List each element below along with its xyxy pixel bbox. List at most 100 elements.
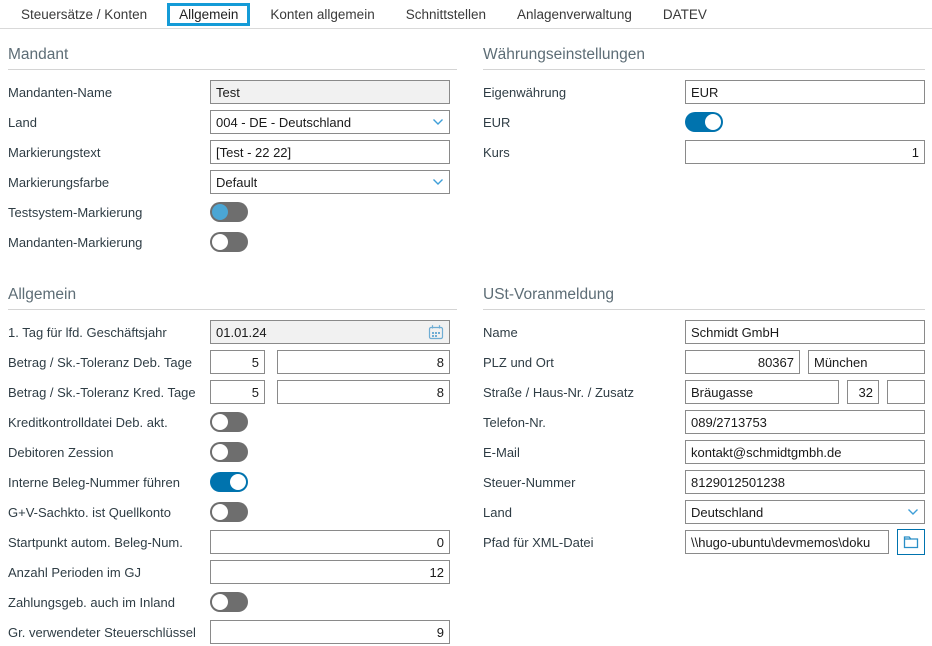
email-input[interactable] bbox=[685, 440, 925, 464]
geschaeftsjahr-label: 1. Tag für lfd. Geschäftsjahr bbox=[8, 325, 210, 340]
row-steuernummer: Steuer-Nummer bbox=[483, 467, 925, 497]
section-allgemein: Allgemein 1. Tag für lfd. Geschäftsjahr … bbox=[8, 286, 457, 646]
tab-anlagenverwaltung[interactable]: Anlagenverwaltung bbox=[506, 4, 643, 25]
strasse-input[interactable] bbox=[685, 380, 839, 404]
plz-input[interactable] bbox=[685, 350, 800, 374]
toleranz-kred-betrag-input[interactable] bbox=[210, 380, 265, 404]
row-mandanten-markierung: Mandanten-Markierung bbox=[8, 227, 457, 257]
toleranz-deb-betrag-input[interactable] bbox=[210, 350, 265, 374]
toleranz-deb-label: Betrag / Sk.-Toleranz Deb. Tage bbox=[8, 355, 210, 370]
eigenwaehrung-input[interactable] bbox=[685, 80, 925, 104]
row-ust-name: Name bbox=[483, 317, 925, 347]
telefon-input[interactable] bbox=[685, 410, 925, 434]
section-mandant: Mandant Mandanten-Name Land 004 - DE - D… bbox=[8, 46, 457, 286]
row-land: Land 004 - DE - Deutschland bbox=[8, 107, 457, 137]
zahlungsgeb-label: Zahlungsgeb. auch im Inland bbox=[8, 595, 210, 610]
zahlungsgeb-toggle[interactable] bbox=[210, 592, 248, 612]
row-telefon: Telefon-Nr. bbox=[483, 407, 925, 437]
toggle-knob bbox=[705, 114, 721, 130]
row-steuerschluessel: Gr. verwendeter Steuerschlüssel bbox=[8, 617, 457, 646]
zusatz-input[interactable] bbox=[887, 380, 925, 404]
row-eigenwaehrung: Eigenwährung bbox=[483, 77, 925, 107]
markierungstext-label: Markierungstext bbox=[8, 145, 210, 160]
row-gv-sachkonto: G+V-Sachkto. ist Quellkonto bbox=[8, 497, 457, 527]
tab-datev[interactable]: DATEV bbox=[652, 4, 718, 25]
markierungsfarbe-dropdown[interactable]: Default bbox=[210, 170, 450, 194]
calendar-icon[interactable] bbox=[428, 324, 444, 340]
toggle-knob bbox=[212, 204, 228, 220]
toleranz-kred-label: Betrag / Sk.-Toleranz Kred. Tage bbox=[8, 385, 210, 400]
startpunkt-input[interactable] bbox=[210, 530, 450, 554]
plz-ort-fields bbox=[685, 350, 925, 374]
row-mandanten-name: Mandanten-Name bbox=[8, 77, 457, 107]
mandanten-name-label: Mandanten-Name bbox=[8, 85, 210, 100]
left-column: Mandant Mandanten-Name Land 004 - DE - D… bbox=[8, 46, 457, 646]
toleranz-kred-fields bbox=[210, 380, 450, 404]
land-dropdown[interactable]: 004 - DE - Deutschland bbox=[210, 110, 450, 134]
mandanten-markierung-label: Mandanten-Markierung bbox=[8, 235, 210, 250]
ust-land-dropdown[interactable]: Deutschland bbox=[685, 500, 925, 524]
chevron-down-icon bbox=[432, 118, 444, 126]
row-kurs: Kurs bbox=[483, 137, 925, 167]
testsystem-markierung-toggle[interactable] bbox=[210, 202, 248, 222]
hausnr-input[interactable] bbox=[847, 380, 879, 404]
toggle-knob bbox=[212, 414, 228, 430]
tab-konten-allgemein[interactable]: Konten allgemein bbox=[259, 4, 385, 25]
toggle-knob bbox=[212, 504, 228, 520]
debitoren-zession-toggle[interactable] bbox=[210, 442, 248, 462]
interne-belegnummer-label: Interne Beleg-Nummer führen bbox=[8, 475, 210, 490]
section-waehrung: Währungseinstellungen Eigenwährung EUR K… bbox=[483, 46, 925, 286]
steuernummer-input[interactable] bbox=[685, 470, 925, 494]
gv-sachkonto-toggle[interactable] bbox=[210, 502, 248, 522]
eur-toggle[interactable] bbox=[685, 112, 723, 132]
row-toleranz-kred: Betrag / Sk.-Toleranz Kred. Tage bbox=[8, 377, 457, 407]
ust-land-dropdown-value: Deutschland bbox=[691, 505, 763, 520]
testsystem-markierung-label: Testsystem-Markierung bbox=[8, 205, 210, 220]
ort-input[interactable] bbox=[808, 350, 925, 374]
mandanten-name-input[interactable] bbox=[210, 80, 450, 104]
row-perioden: Anzahl Perioden im GJ bbox=[8, 557, 457, 587]
row-xml-pfad: Pfad für XML-Datei bbox=[483, 527, 925, 557]
strasse-label: Straße / Haus-Nr. / Zusatz bbox=[483, 385, 685, 400]
toggle-knob bbox=[230, 474, 246, 490]
eur-label: EUR bbox=[483, 115, 685, 130]
geschaeftsjahr-date-field[interactable]: 01.01.24 bbox=[210, 320, 450, 344]
chevron-down-icon bbox=[432, 178, 444, 186]
xml-pfad-fields bbox=[685, 529, 925, 555]
browse-folder-button[interactable] bbox=[897, 529, 925, 555]
ust-name-input[interactable] bbox=[685, 320, 925, 344]
mandanten-markierung-toggle[interactable] bbox=[210, 232, 248, 252]
tab-bar: Steuersätze / Konten Allgemein Konten al… bbox=[0, 0, 932, 29]
xml-pfad-input[interactable] bbox=[685, 530, 889, 554]
eigenwaehrung-label: Eigenwährung bbox=[483, 85, 685, 100]
perioden-input[interactable] bbox=[210, 560, 450, 584]
land-dropdown-value: 004 - DE - Deutschland bbox=[216, 115, 351, 130]
kurs-input[interactable] bbox=[685, 140, 925, 164]
interne-belegnummer-toggle[interactable] bbox=[210, 472, 248, 492]
tab-allgemein[interactable]: Allgemein bbox=[167, 3, 250, 26]
ust-land-label: Land bbox=[483, 505, 685, 520]
markierungstext-input[interactable] bbox=[210, 140, 450, 164]
right-column: Währungseinstellungen Eigenwährung EUR K… bbox=[483, 46, 925, 646]
toleranz-kred-tage-input[interactable] bbox=[277, 380, 450, 404]
toleranz-deb-fields bbox=[210, 350, 450, 374]
markierungsfarbe-label: Markierungsfarbe bbox=[8, 175, 210, 190]
land-label: Land bbox=[8, 115, 210, 130]
tab-schnittstellen[interactable]: Schnittstellen bbox=[395, 4, 497, 25]
startpunkt-label: Startpunkt autom. Beleg-Num. bbox=[8, 535, 210, 550]
kreditkontrolldatei-toggle[interactable] bbox=[210, 412, 248, 432]
steuerschluessel-input[interactable] bbox=[210, 620, 450, 644]
folder-icon bbox=[903, 535, 919, 549]
row-interne-belegnummer: Interne Beleg-Nummer führen bbox=[8, 467, 457, 497]
tab-steuersaetze-konten[interactable]: Steuersätze / Konten bbox=[10, 4, 158, 25]
chevron-down-icon bbox=[907, 508, 919, 516]
strasse-fields bbox=[685, 380, 925, 404]
toleranz-deb-tage-input[interactable] bbox=[277, 350, 450, 374]
debitoren-zession-label: Debitoren Zession bbox=[8, 445, 210, 460]
email-label: E-Mail bbox=[483, 445, 685, 460]
row-email: E-Mail bbox=[483, 437, 925, 467]
settings-content: Mandant Mandanten-Name Land 004 - DE - D… bbox=[0, 29, 932, 646]
section-title-allgemein: Allgemein bbox=[8, 286, 457, 310]
geschaeftsjahr-value: 01.01.24 bbox=[216, 325, 267, 340]
section-title-ust: USt-Voranmeldung bbox=[483, 286, 925, 310]
